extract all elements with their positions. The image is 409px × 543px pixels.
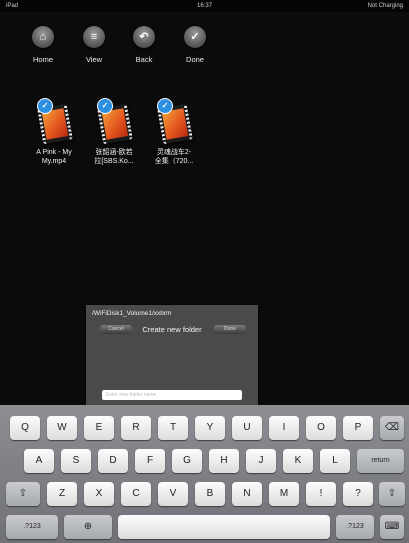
toolbar: ⌂ Home ≡ View ↶ Back ✓ Done [0,14,409,84]
key-h[interactable]: H [209,449,239,473]
create-folder-dialog: /WiFiDisk1_Volume1/xxbrm Cancel Create n… [86,305,258,408]
key-c[interactable]: C [121,482,151,506]
key-n[interactable]: N [232,482,262,506]
file-name: 灵魂战车2- 全集（720... [154,149,194,165]
key-exclamation[interactable]: ! [306,482,336,506]
keyboard: Q W E R T Y U I O P ⌫ A S D F G H J K L … [0,405,409,543]
space-key[interactable] [118,515,330,539]
video-thumbnail: ✓ [157,98,193,145]
file-grid: ✓ A Pink - My My.mp4 ✓ 张韶涵-欧若 拉[SBS.Ko... … [0,98,409,200]
numbers-key-left[interactable]: .?123 [6,515,58,539]
view-label: View [85,55,103,64]
key-l[interactable]: L [320,449,350,473]
key-g[interactable]: G [172,449,202,473]
keyboard-hide-icon: ⌨ [384,521,400,532]
menu-icon: ≡ [83,26,105,48]
battery-status: Not Charging [367,3,403,9]
selected-check-icon: ✓ [97,98,113,114]
file-item[interactable]: ✓ A Pink - My My.mp4 [28,98,80,166]
checkmark-icon: ✓ [184,26,206,48]
back-button[interactable]: ↶ Back [124,26,164,64]
folder-path: /WiFiDisk1_Volume1/xxbrm [92,310,172,317]
file-name: A Pink - My My.mp4 [36,149,72,165]
done-label: Done [186,55,204,64]
key-z[interactable]: Z [47,482,77,506]
key-x[interactable]: X [84,482,114,506]
file-item[interactable]: ✓ 灵魂战车2- 全集（720... [148,98,200,166]
key-d[interactable]: D [98,449,128,473]
key-q[interactable]: Q [10,416,40,440]
key-v[interactable]: V [158,482,188,506]
backspace-icon: ⌫ [384,422,400,433]
file-item[interactable]: ✓ 张韶涵-欧若 拉[SBS.Ko... [88,98,140,166]
key-w[interactable]: W [47,416,77,440]
key-j[interactable]: J [246,449,276,473]
back-arrow-icon: ↶ [133,26,155,48]
globe-icon: ⊕ [83,521,93,532]
return-key[interactable]: return [357,449,404,473]
key-e[interactable]: E [84,416,114,440]
key-t[interactable]: T [158,416,188,440]
key-i[interactable]: I [269,416,299,440]
home-button[interactable]: ⌂ Home [23,26,63,64]
numbers-key-right[interactable]: .?123 [336,515,374,539]
video-thumbnail: ✓ [37,98,73,145]
video-thumbnail: ✓ [97,98,133,145]
globe-key[interactable]: ⊕ [64,515,112,539]
key-question[interactable]: ? [343,482,373,506]
key-a[interactable]: A [24,449,54,473]
view-button[interactable]: ≡ View [74,26,114,64]
hide-keyboard-key[interactable]: ⌨ [380,515,404,539]
key-k[interactable]: K [283,449,313,473]
home-icon: ⌂ [32,26,54,48]
key-r[interactable]: R [121,416,151,440]
key-o[interactable]: O [306,416,336,440]
key-s[interactable]: S [61,449,91,473]
folder-name-input[interactable]: Enter new folder name [102,390,242,400]
key-b[interactable]: B [195,482,225,506]
done-button[interactable]: ✓ Done [175,26,215,64]
backspace-key[interactable]: ⌫ [380,416,404,440]
shift-key-right[interactable]: ⇧ [379,482,405,506]
key-y[interactable]: Y [195,416,225,440]
done-dialog-button[interactable]: Done [214,325,246,334]
selected-check-icon: ✓ [37,98,53,114]
key-u[interactable]: U [232,416,262,440]
key-p[interactable]: P [343,416,373,440]
status-bar: iPad 16:37 Not Charging [0,0,409,12]
selected-check-icon: ✓ [157,98,173,114]
file-name: 张韶涵-欧若 拉[SBS.Ko... [94,149,134,165]
shift-icon: ⇧ [18,488,28,499]
key-f[interactable]: F [135,449,165,473]
shift-icon: ⇧ [387,488,397,499]
home-label: Home [32,55,53,64]
key-m[interactable]: M [269,482,299,506]
back-label: Back [135,55,153,64]
shift-key-left[interactable]: ⇧ [6,482,40,506]
clock: 16:37 [196,3,212,9]
